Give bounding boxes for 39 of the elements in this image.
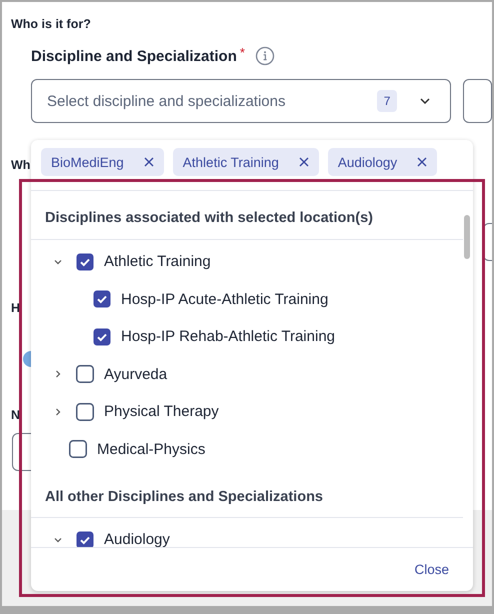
chevron-down-icon[interactable] — [54, 536, 62, 544]
info-icon[interactable] — [254, 46, 275, 66]
chevron-down-icon — [420, 98, 430, 104]
checkbox[interactable] — [76, 365, 94, 384]
required-mark: * — [240, 45, 245, 60]
field-label: Discipline and Specialization — [31, 48, 237, 64]
count-badge: 7 — [376, 90, 398, 112]
field-label: H — [11, 301, 20, 315]
close-button[interactable]: Close — [412, 560, 451, 579]
option-label[interactable]: Hosp-IP Acute-Athletic Training — [121, 290, 328, 308]
chevron-down-icon[interactable] — [54, 258, 62, 266]
checkbox[interactable] — [93, 290, 111, 308]
checkbox[interactable] — [93, 328, 111, 346]
chevron-right-icon[interactable] — [54, 408, 62, 416]
input-field[interactable] — [463, 79, 492, 123]
chip-label: Audiology — [338, 154, 398, 170]
group-heading: All other Disciplines and Specializations — [31, 468, 463, 518]
section-title: Who is it for? — [11, 17, 92, 31]
field-label: Wh — [11, 158, 30, 172]
chip-label: Athletic Training — [182, 154, 279, 170]
checkbox[interactable] — [69, 440, 87, 458]
option-label[interactable]: Medical-Physics — [97, 440, 206, 458]
option-label[interactable]: Athletic Training — [104, 253, 211, 270]
checkbox[interactable] — [76, 530, 94, 547]
select-field[interactable]: Select discipline and specializations 7 — [31, 79, 452, 123]
close-icon[interactable] — [298, 157, 309, 167]
option-label[interactable]: Ayurveda — [104, 366, 168, 383]
option-label[interactable]: Audiology — [104, 531, 170, 547]
close-icon[interactable] — [144, 157, 154, 167]
chip-label: BioMediEng — [51, 154, 124, 170]
scrollbar-thumb[interactable] — [464, 215, 470, 259]
group-heading: Disciplines associated with selected location(s) — [31, 191, 463, 240]
field-label: N — [11, 408, 20, 422]
checkbox[interactable] — [76, 252, 94, 271]
checkbox[interactable] — [76, 402, 94, 421]
option-label[interactable]: Hosp-IP Rehab-Athletic Training — [121, 328, 335, 346]
option-label[interactable]: Physical Therapy — [104, 403, 219, 420]
chevron-right-icon[interactable] — [54, 370, 62, 378]
close-icon[interactable] — [417, 157, 428, 167]
